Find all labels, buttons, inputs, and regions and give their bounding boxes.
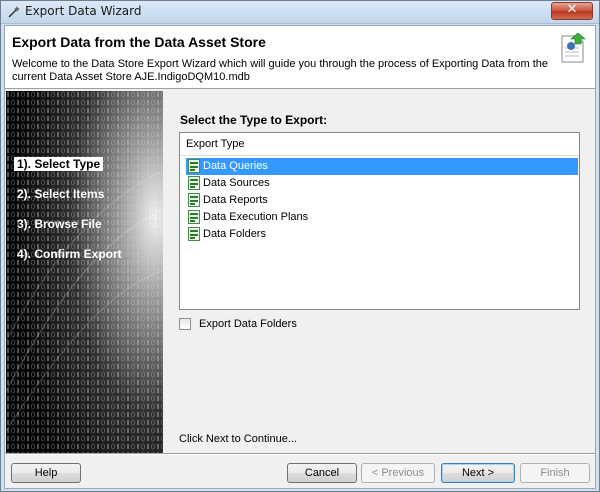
title-bar[interactable]: Export Data Wizard ✕ (1, 1, 599, 24)
export-data-wizard-window: Export Data Wizard ✕ Export Data from th… (0, 0, 600, 492)
data-file-icon (188, 210, 200, 224)
list-item-data-reports[interactable]: Data Reports (186, 192, 578, 209)
finish-button[interactable]: Finish (520, 463, 590, 483)
cancel-button[interactable]: Cancel (287, 463, 357, 483)
list-item-label: Data Sources (203, 177, 270, 189)
step-browse-file: 3). Browse File (17, 217, 102, 231)
continue-hint: Click Next to Continue... (179, 433, 297, 445)
data-file-icon (188, 159, 200, 173)
help-button[interactable]: Help (11, 463, 81, 483)
page-title: Export Data from the Data Asset Store (12, 34, 266, 50)
close-button[interactable]: ✕ (551, 2, 593, 20)
export-data-folders-checkbox[interactable] (179, 318, 191, 330)
step-confirm-export: 4). Confirm Export (17, 247, 122, 261)
step-select-items: 2). Select Items (17, 187, 105, 201)
list-item-label: Data Reports (203, 194, 268, 206)
export-data-folders-option[interactable]: Export Data Folders (179, 317, 379, 333)
export-document-icon (561, 32, 586, 63)
page-description: Welcome to the Data Store Export Wizard … (12, 58, 548, 83)
data-file-icon (188, 227, 200, 241)
wizard-header: Export Data from the Data Asset Store We… (5, 26, 595, 89)
list-column-header[interactable]: Export Type (180, 133, 579, 156)
footer-separator (5, 453, 595, 455)
close-icon: ✕ (566, 2, 578, 17)
list-item-data-folders[interactable]: Data Folders (186, 226, 578, 243)
export-data-folders-label[interactable]: Export Data Folders (199, 318, 297, 330)
export-type-list[interactable]: Export Type Data Queries Data Sources Da… (179, 132, 580, 310)
data-file-icon (188, 176, 200, 190)
wizard-client-area: Export Data from the Data Asset Store We… (4, 25, 596, 489)
list-item-label: Data Execution Plans (203, 211, 309, 223)
section-label: Select the Type to Export: (180, 113, 328, 127)
step-select-type: 1). Select Type (14, 157, 104, 171)
column-header-label: Export Type (186, 138, 245, 150)
window-title: Export Data Wizard (25, 4, 142, 18)
data-file-icon (188, 193, 200, 207)
list-item-label: Data Queries (203, 160, 268, 172)
next-button[interactable]: Next > (441, 463, 515, 483)
list-item-label: Data Folders (203, 228, 266, 240)
list-item-data-sources[interactable]: Data Sources (186, 175, 578, 192)
previous-button[interactable]: < Previous (361, 463, 435, 483)
wizard-wand-icon (8, 6, 20, 18)
binary-tunnel-graphic (6, 91, 163, 453)
wizard-banner-image: 1). Select Type 2). Select Items 3). Bro… (6, 91, 163, 453)
list-item-data-execution-plans[interactable]: Data Execution Plans (186, 209, 578, 226)
list-item-data-queries[interactable]: Data Queries (186, 158, 578, 175)
